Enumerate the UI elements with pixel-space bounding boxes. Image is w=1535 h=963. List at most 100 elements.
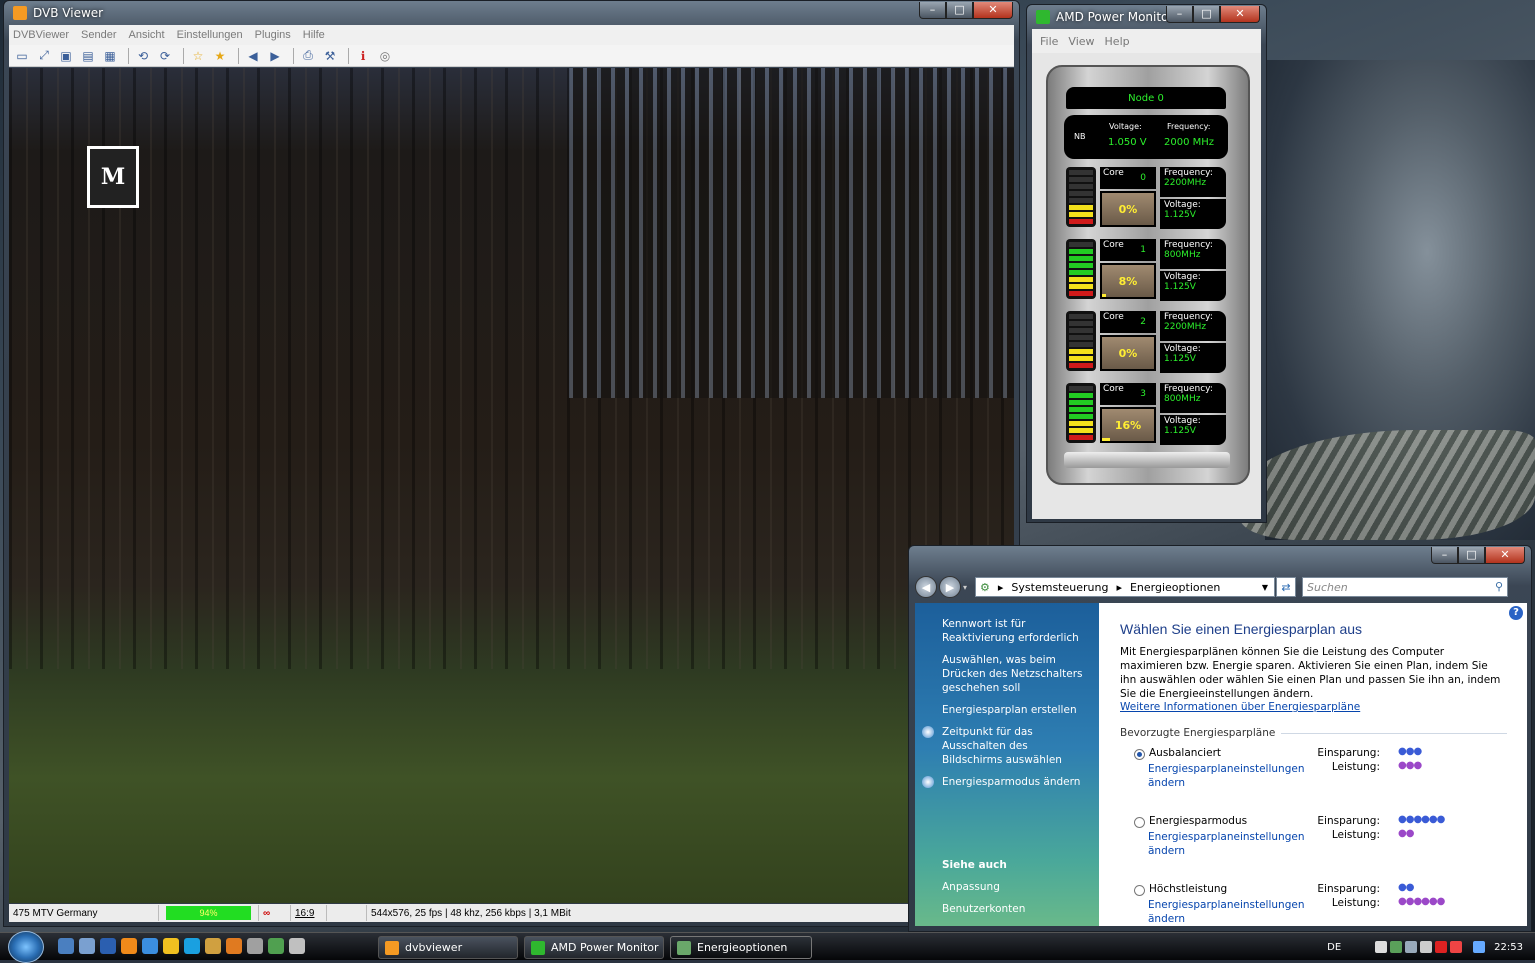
plan-radio[interactable] [1134,749,1145,760]
vlc-icon[interactable] [121,938,137,954]
plan-edit-link[interactable]: Energiesparplaneinstellungen ändern [1148,830,1308,858]
history-dropdown-icon[interactable]: ▾ [963,583,967,592]
maximize-button[interactable]: □ [1458,547,1485,564]
address-bar[interactable]: ⚙ ▸ Systemsteuerung ▸ Energieoptionen ▼ [975,577,1276,597]
plan-name[interactable]: Energiesparmodus [1149,815,1247,827]
node-label: Node 0 [1066,87,1226,109]
back-button[interactable]: ◀ [915,576,937,598]
language-indicator[interactable]: DE [1327,942,1341,953]
record-icon[interactable]: ◎ [376,48,394,64]
menu-hilfe[interactable]: Hilfe [303,29,325,41]
menu-view[interactable]: View [1068,35,1094,48]
back-arrow-icon[interactable]: ⟲ [134,48,152,64]
sidebar-link-display-off-text: Zeitpunkt für das Ausschalten des Bildsc… [942,726,1062,766]
task-dvbviewer[interactable]: dvbviewer [378,936,518,959]
snapshot-icon[interactable]: ⎙ [299,48,317,64]
desktop-mode-icon[interactable]: ▣ [57,48,75,64]
saving-label: Einsparung: [1317,883,1380,895]
fullscreen-icon[interactable]: ⤢ [35,48,53,64]
plan-radio[interactable] [1134,885,1145,896]
winamp-icon[interactable] [205,938,221,954]
plan-edit-link[interactable]: Energiesparplaneinstellungen ändern [1148,898,1308,926]
clock[interactable]: 22:53 [1494,942,1523,953]
add-favorite-icon[interactable]: ★ [211,48,229,64]
internet-explorer-icon[interactable] [142,938,158,954]
menu-file[interactable]: File [1040,35,1058,48]
network-icon[interactable] [1473,941,1486,953]
more-info-link[interactable]: Weitere Informationen über Energiesparpl… [1120,701,1360,713]
forward-button[interactable]: ▶ [939,576,961,598]
menu-einstellungen[interactable]: Einstellungen [177,29,243,41]
sidebar-link-power-button[interactable]: Auswählen, was beim Drücken des Netzscha… [942,653,1091,695]
menu-ansicht[interactable]: Ansicht [129,29,165,41]
app-icon[interactable] [226,938,242,954]
minimize-button[interactable]: – [1166,6,1193,23]
switch-windows-icon[interactable] [79,938,95,954]
info-icon[interactable]: ℹ [354,48,372,64]
core-load-value: 0% [1118,346,1138,360]
favorite-star-icon[interactable]: ☆ [189,48,207,64]
tray-icon[interactable] [1435,941,1448,953]
minimize-button[interactable]: – [919,2,946,19]
core-voltage: Voltage: 1.125V [1160,343,1226,373]
app-icon[interactable] [289,938,305,954]
menu-help[interactable]: Help [1105,35,1130,48]
epg-icon[interactable]: ▦ [101,48,119,64]
close-button[interactable]: ✕ [1485,547,1525,564]
breadcrumb-energieoptionen[interactable]: Energieoptionen [1130,581,1220,594]
settings-icon[interactable]: ⚒ [321,48,339,64]
show-desktop-icon[interactable] [58,938,74,954]
plan-name[interactable]: Höchstleistung [1149,883,1227,895]
breadcrumb-systemsteuerung[interactable]: Systemsteuerung [1011,581,1108,594]
osd-icon[interactable]: ▤ [79,48,97,64]
search-input[interactable]: Suchen ⚲ [1302,577,1509,597]
skype-icon[interactable] [184,938,200,954]
amd-power-monitor-window[interactable]: AMD Power Monitor – □ ✕ File View Help N… [1026,4,1267,523]
maximize-button[interactable]: □ [946,2,973,19]
refresh-icon[interactable]: ⇄ [1276,577,1297,597]
app-icon[interactable] [247,938,263,954]
video-sky [569,68,1014,398]
content-pane: ? Wählen Sie einen Energiesparplan aus M… [1099,603,1527,926]
energieoptionen-window[interactable]: – □ ✕ ◀ ▶ ▾ ⚙ ▸ Systemsteuerung ▸ Energi… [908,545,1532,932]
plan-name[interactable]: Ausbalanciert [1149,747,1221,759]
start-button[interactable] [8,931,44,963]
dvb-viewer-window[interactable]: DVB Viewer – □ ✕ DVBViewer Sender Ansich… [3,0,1020,927]
search-icon[interactable]: ⚲ [1495,580,1503,593]
forward-arrow-icon[interactable]: ⟳ [156,48,174,64]
sidebar-link-display-off[interactable]: Zeitpunkt für das Ausschalten des Bildsc… [922,725,1091,767]
aspect-ratio[interactable]: 16:9 [291,905,327,921]
tray-icon[interactable] [1375,941,1388,953]
minimize-button[interactable]: – [1431,547,1458,564]
sidebar-link-sleep[interactable]: Energiesparmodus ändern [922,775,1091,789]
task-amd-power-monitor[interactable]: AMD Power Monitor [524,936,664,959]
media-player-icon[interactable] [100,938,116,954]
tray-icon[interactable] [1420,941,1433,953]
maximize-button[interactable]: □ [1193,6,1220,23]
sidebar-link-create-plan[interactable]: Energiesparplan erstellen [942,703,1091,717]
menu-plugins[interactable]: Plugins [255,29,291,41]
address-dropdown-icon[interactable]: ▼ [1262,583,1268,592]
tray-icon[interactable] [1405,941,1418,953]
plan-edit-link[interactable]: Energiesparplaneinstellungen ändern [1148,762,1308,790]
window-mode-icon[interactable]: ▭ [13,48,31,64]
sidebar-link-anpassung[interactable]: Anpassung [942,880,1091,894]
sidebar-link-password[interactable]: Kennwort ist für Reaktivierung erforderl… [942,617,1091,645]
close-button[interactable]: ✕ [973,2,1013,19]
task-energieoptionen[interactable]: Energieoptionen [670,936,812,959]
core-voltage-value: 1.125V [1164,354,1196,364]
plan-radio[interactable] [1134,817,1145,828]
app-icon[interactable] [268,938,284,954]
sidebar-link-benutzerkonten[interactable]: Benutzerkonten [942,902,1091,916]
menu-sender[interactable]: Sender [81,29,116,41]
security-icon[interactable] [1450,941,1463,953]
messenger-icon[interactable] [163,938,179,954]
volume-down-icon[interactable]: ◀ [244,48,262,64]
menu-dvbviewer[interactable]: DVBViewer [13,29,69,41]
video-area[interactable]: M [9,68,1014,903]
tray-icon[interactable] [1390,941,1403,953]
dvb-titlebar[interactable]: DVB Viewer [9,1,1014,25]
volume-up-icon[interactable]: ▶ [266,48,284,64]
help-icon[interactable]: ? [1509,606,1523,620]
close-button[interactable]: ✕ [1220,6,1260,23]
